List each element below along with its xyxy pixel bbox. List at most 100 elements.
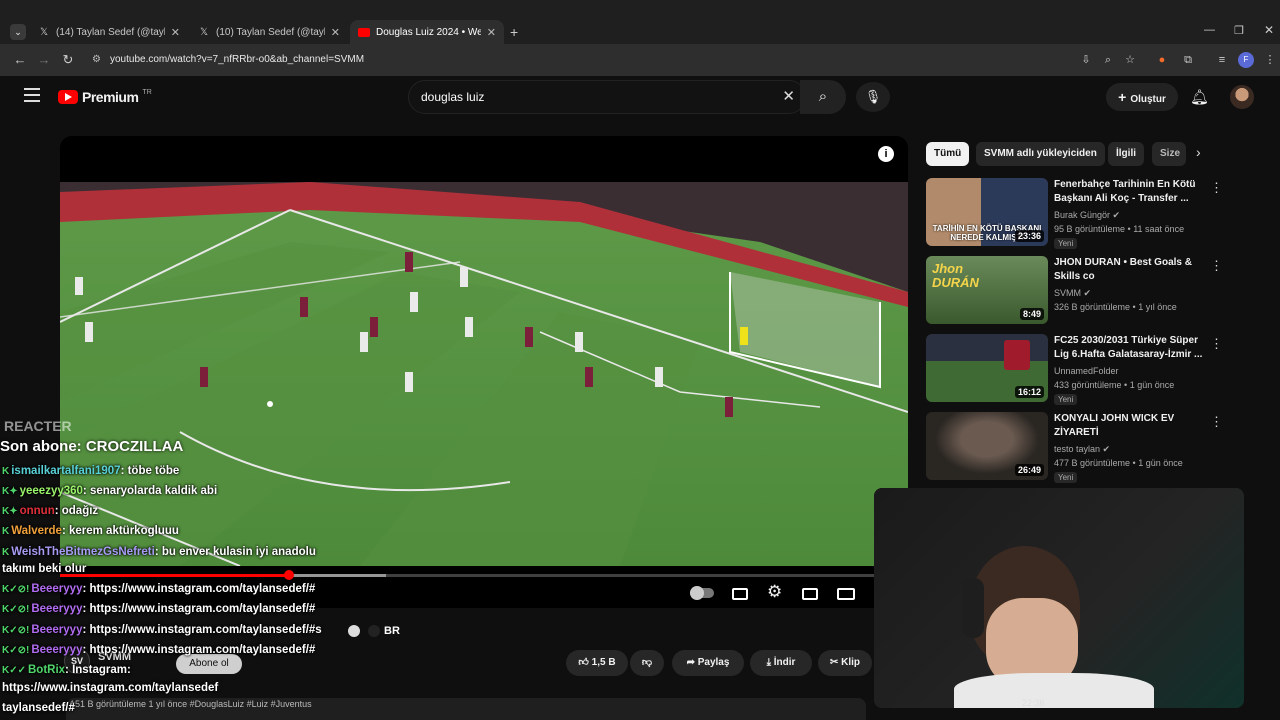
chat-text: : bu enver kulasin iyi anadolu: [154, 546, 316, 558]
download-button[interactable]: ⤓ İndir: [750, 650, 812, 676]
install-icon[interactable]: ⇩: [1078, 52, 1094, 68]
extensions-puzzle-icon[interactable]: ⧉: [1180, 52, 1196, 68]
more-options-icon[interactable]: ⋮: [1210, 180, 1223, 196]
chat-message: K✓⊘! Beeeryyy: https://www.instagram.com/…: [2, 603, 315, 615]
back-arrow-icon[interactable]: ←: [12, 52, 28, 68]
more-options-icon[interactable]: ⋮: [1210, 336, 1223, 352]
dislike-button[interactable]: 👎︎: [630, 650, 664, 676]
url-field[interactable]: ⚙ youtube.com/watch?v=7_nfRRbr-o0&ab_cha…: [84, 48, 1104, 72]
tab-twitter-1[interactable]: 𝕏 (14) Taylan Sedef (@taylanozan ✕: [30, 20, 188, 44]
close-window-icon[interactable]: ✕: [1264, 23, 1274, 37]
thumbs-down-icon: 👎︎: [641, 657, 653, 668]
media-icon[interactable]: ≡: [1214, 52, 1230, 68]
browser-tab-bar: ⌄ 𝕏 (14) Taylan Sedef (@taylanozan ✕ 𝕏 (…: [0, 0, 1280, 44]
video-meta: 326 B görüntüleme • 1 yıl önce: [1054, 302, 1177, 312]
chat-badges-icon: K✓⊘!: [2, 625, 30, 636]
video-meta: 477 B görüntüleme • 1 gün önce: [1054, 458, 1183, 468]
channel-name[interactable]: SVMM ✔: [1054, 288, 1091, 299]
progress-scrubber[interactable]: [283, 570, 294, 580]
profile-avatar-icon[interactable]: F: [1238, 52, 1254, 68]
channel-name[interactable]: testo taylan ✔: [1054, 444, 1110, 455]
notifications-bell-icon[interactable]: 🔔︎: [1190, 88, 1209, 106]
channel-name[interactable]: Burak Güngör ✔: [1054, 210, 1120, 221]
video-thumbnail[interactable]: 16:12: [926, 334, 1048, 402]
chip-for-you[interactable]: Size: [1152, 142, 1186, 166]
new-tab-button[interactable]: +: [510, 24, 518, 40]
close-icon[interactable]: ✕: [331, 26, 340, 39]
duration-badge: 8:49: [1019, 308, 1044, 320]
scissors-icon: ✂: [829, 657, 842, 668]
settings-gear-icon[interactable]: ⚙: [767, 582, 782, 602]
new-badge: Yeni: [1054, 238, 1078, 249]
video-frame: [60, 182, 908, 566]
clear-search-icon[interactable]: ✕: [782, 81, 795, 113]
chat-text: takımı beki olur: [2, 563, 87, 575]
channel-name[interactable]: UnnamedFolder: [1054, 366, 1119, 376]
clip-button[interactable]: ✂ Klip: [818, 650, 872, 676]
video-player[interactable]: i ⚙: [60, 136, 908, 608]
video-title[interactable]: FC25 2030/2031 Türkiye Süper Lig 6.Hafta…: [1054, 334, 1204, 362]
hamburger-menu-icon[interactable]: [24, 88, 40, 102]
site-info-icon[interactable]: ⚙: [92, 48, 101, 72]
chip-related[interactable]: İlgili: [1108, 142, 1144, 166]
chat-message: Kismailkartalfani1907: töbe töbe: [2, 465, 179, 477]
chat-text: : odağız: [54, 505, 99, 517]
like-button[interactable]: 👍︎ 1,5 B: [566, 650, 628, 676]
chat-text: : https://www.instagram.com/taylansedef/…: [82, 644, 316, 656]
subtitles-icon[interactable]: [732, 588, 748, 600]
search-input[interactable]: douglas luiz ✕: [408, 80, 806, 114]
more-menu-icon[interactable]: ⋮: [1262, 52, 1278, 68]
chevron-right-icon[interactable]: ›: [1196, 144, 1201, 160]
chip-from-uploader[interactable]: SVMM adlı yükleyiciden: [976, 142, 1105, 166]
autoplay-toggle[interactable]: [690, 586, 714, 600]
tab-twitter-2[interactable]: 𝕏 (10) Taylan Sedef (@taylanozan ✕: [190, 20, 348, 44]
new-badge: Yeni: [1054, 394, 1078, 405]
video-title[interactable]: Fenerbahçe Tarihinin En Kötü Başkanı Ali…: [1054, 178, 1204, 206]
x-icon: 𝕏: [39, 26, 49, 38]
progress-played: [60, 574, 289, 577]
chat-message: K WeishTheBitmezGsNefreti: bu enver kulas…: [2, 546, 316, 558]
bookmark-star-icon[interactable]: ☆: [1122, 52, 1138, 68]
video-thumbnail[interactable]: 26:49: [926, 412, 1048, 480]
microphone-icon[interactable]: 🎙: [856, 82, 890, 112]
share-button[interactable]: ➦ Paylaş: [672, 650, 744, 676]
video-title[interactable]: JHON DURAN • Best Goals & Skills co: [1054, 256, 1204, 284]
chat-text: : https://www.instagram.com/taylansedef/…: [82, 583, 316, 595]
more-options-icon[interactable]: ⋮: [1210, 258, 1223, 274]
stream-toggle-off: [368, 625, 380, 637]
create-button[interactable]: + Oluştur: [1106, 83, 1178, 111]
restore-icon[interactable]: ❐: [1234, 24, 1244, 37]
chat-message: K✓✓ BotRix: Instagram:: [2, 664, 131, 676]
chip-all[interactable]: Tümü: [926, 142, 970, 166]
search-icon[interactable]: ⌕: [800, 80, 846, 114]
account-avatar[interactable]: [1230, 85, 1254, 109]
youtube-logo[interactable]: Premium TR: [58, 89, 152, 105]
progress-track[interactable]: [60, 570, 908, 580]
zoom-icon[interactable]: ⌕: [1100, 52, 1116, 68]
video-thumbnail[interactable]: TARİHİN EN KÖTÜ BAŞKANI NEREDE KALMIŞTI …: [926, 178, 1048, 246]
chat-username: yeeezyy360: [19, 485, 83, 497]
reload-icon[interactable]: ↻: [60, 52, 76, 68]
chat-badges-icon: K✦: [2, 486, 18, 497]
recommendation-item[interactable]: TARİHİN EN KÖTÜ BAŞKANI NEREDE KALMIŞTI …: [926, 178, 1266, 249]
recommendation-item[interactable]: 26:49 KONYALI JOHN WICK EV ZİYARETİ test…: [926, 412, 1266, 483]
more-options-icon[interactable]: ⋮: [1210, 414, 1223, 430]
chat-message: https://www.instagram.com/taylansedef: [2, 682, 218, 694]
minimize-icon[interactable]: —: [1204, 24, 1215, 36]
video-thumbnail[interactable]: Jhon DURÁN 8:49: [926, 256, 1048, 324]
forward-arrow-icon[interactable]: →: [36, 52, 52, 68]
close-icon[interactable]: ✕: [171, 26, 180, 39]
close-icon[interactable]: ✕: [487, 26, 496, 39]
recommendation-item[interactable]: Jhon DURÁN 8:49 JHON DURAN • Best Goals …: [926, 256, 1266, 326]
recommendation-item[interactable]: 16:12 FC25 2030/2031 Türkiye Süper Lig 6…: [926, 334, 1266, 405]
views-description[interactable]: 151 B görüntüleme 1 yıl önce #DouglasLui…: [66, 698, 866, 720]
miniplayer-icon[interactable]: [802, 588, 818, 600]
info-icon[interactable]: i: [878, 146, 894, 162]
extension-brave-icon[interactable]: ●: [1154, 52, 1170, 68]
theater-mode-icon[interactable]: [837, 588, 855, 600]
tab-search-button[interactable]: ⌄: [10, 24, 26, 40]
tab-youtube[interactable]: Douglas Luiz 2024 • Welcome ✕: [350, 20, 504, 44]
chat-text: : senaryolarda kaldik abi: [82, 485, 218, 497]
video-title[interactable]: KONYALI JOHN WICK EV ZİYARETİ: [1054, 412, 1204, 440]
subscribe-button[interactable]: Abone ol: [176, 654, 242, 674]
